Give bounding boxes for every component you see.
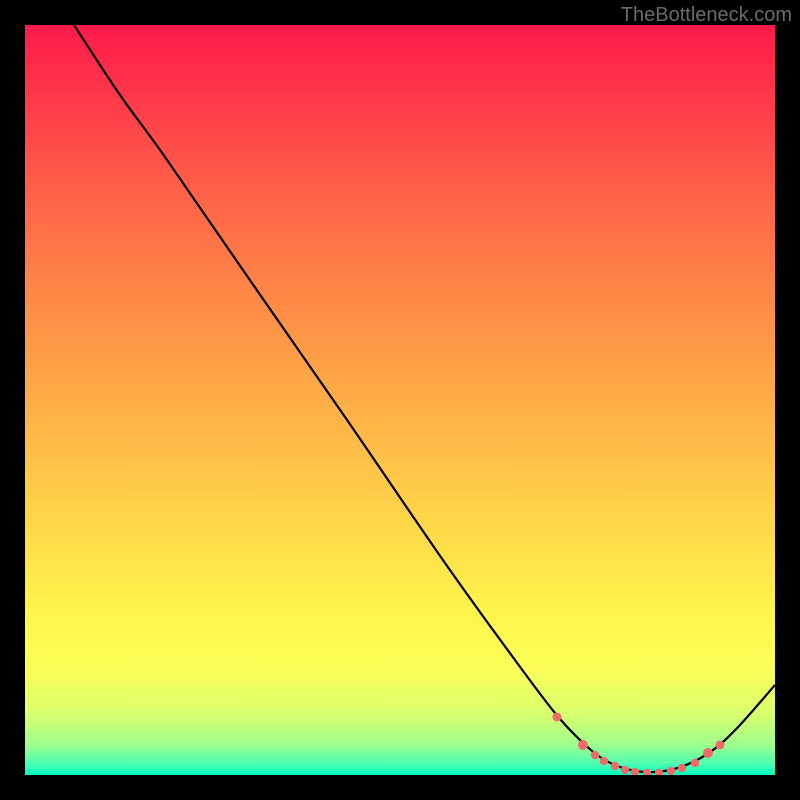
bottleneck-marker xyxy=(611,762,619,770)
bottleneck-markers xyxy=(553,713,725,776)
chart-frame: TheBottleneck.com xyxy=(0,0,800,800)
bottleneck-marker xyxy=(655,769,663,775)
bottleneck-marker xyxy=(553,713,562,722)
chart-svg xyxy=(25,25,775,775)
bottleneck-marker xyxy=(691,759,699,767)
bottleneck-marker xyxy=(678,764,686,772)
bottleneck-marker xyxy=(631,768,639,775)
bottleneck-marker xyxy=(621,766,629,774)
bottleneck-marker xyxy=(703,748,713,758)
plot-area xyxy=(25,25,775,775)
bottleneck-marker xyxy=(578,740,588,750)
bottleneck-marker xyxy=(643,769,651,775)
bottleneck-marker xyxy=(667,767,675,775)
bottleneck-marker xyxy=(591,751,599,759)
bottleneck-curve xyxy=(74,25,775,772)
bottleneck-marker xyxy=(600,757,608,765)
watermark-text: TheBottleneck.com xyxy=(621,4,792,27)
bottleneck-marker xyxy=(716,741,725,750)
